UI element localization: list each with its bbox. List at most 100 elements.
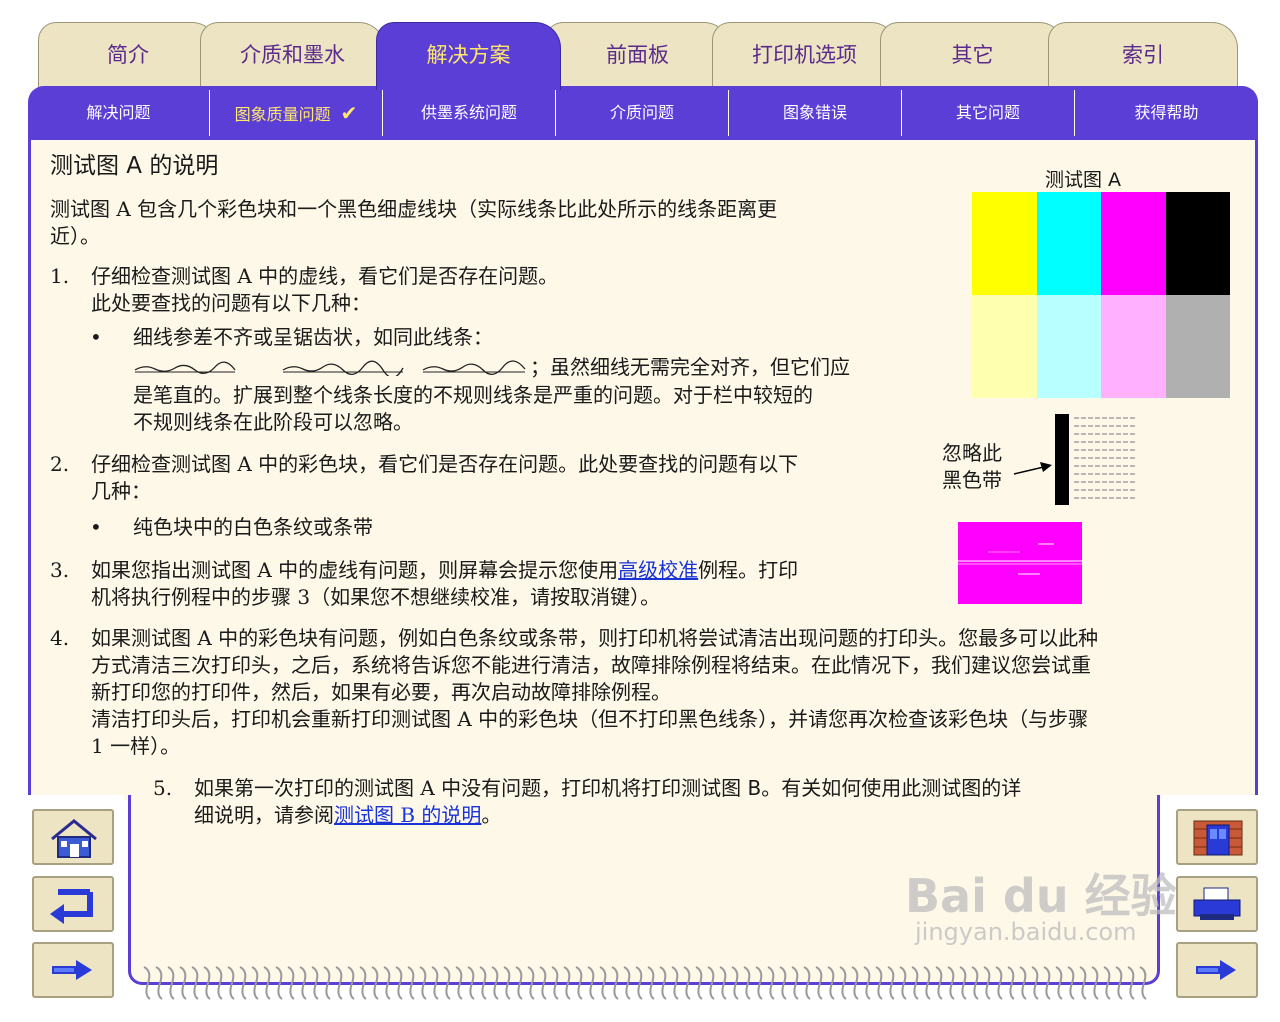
tab-label: 介质和墨水 bbox=[240, 43, 345, 67]
color-swatch bbox=[1165, 295, 1230, 398]
page-title: 测试图 A 的说明 bbox=[50, 153, 219, 179]
subnav-solve-problems[interactable]: 解决问题 bbox=[28, 90, 210, 136]
step-number: 3. bbox=[50, 558, 70, 582]
test-print-b-link[interactable]: 测试图 B 的说明 bbox=[334, 803, 481, 827]
step-text: 如果第一次打印的测试图 A 中没有问题，打印机将打印测试图 B。有关如何使用此测… bbox=[194, 775, 1021, 802]
bold-text: 打印测试图 B bbox=[641, 776, 762, 800]
text-span: 如果第一次打印的测试图 A 中没有问题，打印机将 bbox=[194, 776, 642, 800]
jagged-line-sample bbox=[134, 360, 526, 376]
advanced-calibration-link[interactable]: 高级校准 bbox=[618, 558, 698, 582]
text-span: 。 bbox=[481, 803, 502, 827]
ignore-band-label: 黑色带 bbox=[942, 468, 1002, 492]
color-swatch bbox=[1036, 192, 1101, 295]
tab-label: 索引 bbox=[1122, 43, 1164, 67]
step-text: 清洁打印头后，打印机会重新打印测试图 A 中的彩色块（但不打印黑色线条），并请您… bbox=[91, 707, 1089, 731]
subnav-other-problems[interactable]: 其它问题 bbox=[902, 90, 1075, 136]
next-button[interactable] bbox=[1176, 942, 1258, 998]
step-text: 不规则线条在此阶段可以忽略。 bbox=[133, 410, 413, 434]
back-icon bbox=[50, 889, 93, 924]
baidu-watermark: Bai du 经验 bbox=[905, 869, 1177, 923]
exit-button[interactable] bbox=[1176, 809, 1258, 865]
ignore-band-label: 忽略此 bbox=[942, 441, 1002, 465]
door-icon bbox=[1193, 820, 1243, 856]
subnav-image-quality[interactable]: 图象质量问题 ✔ bbox=[210, 90, 383, 136]
bold-text: 故障排除 bbox=[611, 653, 691, 677]
text-span: 机将执行例程中的步骤 3（如果您不想继续校准，请按 bbox=[91, 585, 571, 609]
text-span: 例程。打印 bbox=[698, 558, 799, 582]
tab-label: 简介 bbox=[107, 43, 149, 67]
magenta-banding-sample bbox=[958, 522, 1082, 604]
subnav-media[interactable]: 介质问题 bbox=[556, 90, 729, 136]
step-text: 是笔直的。扩展到整个线条长度的不规则线条是严重的问题。对于栏中较短的 bbox=[133, 383, 813, 407]
color-swatch bbox=[1036, 295, 1101, 398]
color-swatch bbox=[972, 192, 1037, 295]
step-number: 5. bbox=[153, 776, 173, 800]
figure-label: 测试图 A bbox=[1045, 169, 1122, 191]
tab-front-panel[interactable]: 前面板 bbox=[545, 22, 730, 90]
bullet-text: 细线参差不齐或呈锯齿状，如同此线条： bbox=[133, 325, 493, 349]
tab-label: 解决方案 bbox=[426, 43, 511, 67]
subnav-label: 图象错误 bbox=[782, 103, 847, 122]
subnav-label: 解决问题 bbox=[86, 103, 151, 122]
tab-solutions[interactable]: 解决方案 bbox=[376, 22, 561, 90]
tab-other[interactable]: 其它 bbox=[880, 22, 1065, 90]
previous-button[interactable] bbox=[32, 942, 114, 998]
step-text: 机将执行例程中的步骤 3（如果您不想继续校准，请按取消键）。 bbox=[91, 584, 660, 611]
step-text: 如果您指出测试图 A 中的虚线有问题，则屏幕会提示您使用高级校准例程。打印 bbox=[91, 557, 798, 584]
subnav-label: 介质问题 bbox=[609, 103, 674, 122]
step-text: 仔细检查测试图 A 中的彩色块，看它们是否存在问题。此处要查找的问题有以下 bbox=[91, 452, 799, 476]
text-span: 细说明，请参阅 bbox=[194, 803, 334, 827]
step-text: 如果测试图 A 中的彩色块有问题，例如白色条纹或条带，则打印机将尝试清洁出现问题… bbox=[91, 626, 1099, 650]
color-swatch bbox=[972, 295, 1037, 398]
text-span: 键）。 bbox=[610, 585, 661, 609]
previous-icon bbox=[52, 960, 92, 980]
tab-label: 前面板 bbox=[606, 43, 669, 67]
step-text: ；虽然细线无需完全对齐，但它们应 bbox=[530, 355, 850, 379]
bullet-icon: • bbox=[90, 325, 102, 349]
text-span: 方式清洁三次打印头，之后，系统将告诉您不能进行清洁， bbox=[91, 653, 611, 677]
sub-navigation: 解决问题 图象质量问题 ✔ 供墨系统问题 介质问题 图象错误 其它问题 获得帮助 bbox=[28, 86, 1258, 140]
step-text: 细说明，请参阅测试图 B 的说明。 bbox=[194, 802, 501, 829]
bullet-text: 纯色块中的白色条纹或条带 bbox=[133, 515, 373, 539]
subnav-label: 其它问题 bbox=[955, 103, 1020, 122]
subnav-image-errors[interactable]: 图象错误 bbox=[729, 90, 902, 136]
spiral-binding bbox=[143, 966, 1147, 1000]
printer-icon bbox=[1193, 887, 1241, 920]
home-icon bbox=[51, 819, 97, 858]
bullet-icon: • bbox=[90, 515, 102, 539]
subnav-label: 图象质量问题 bbox=[234, 105, 331, 124]
subnav-label: 供墨系统问题 bbox=[420, 103, 517, 122]
tab-index[interactable]: 索引 bbox=[1048, 22, 1238, 90]
text-span: 如果您指出测试图 A 中的虚线有问题，则屏幕会提示您使用 bbox=[91, 558, 619, 582]
step-text: 方式清洁三次打印头，之后，系统将告诉您不能进行清洁，故障排除例程将结束。在此情况… bbox=[91, 652, 1091, 679]
color-swatch bbox=[1101, 192, 1166, 295]
step-text: 仔细检查测试图 A 中的虚线，看它们是否存在问题。 bbox=[91, 264, 559, 288]
step-number: 2. bbox=[50, 452, 70, 476]
intro-text: 测试图 A 包含几个彩色块和一个黑色细虚线块（实际线条比此处所示的线条距离更 bbox=[50, 197, 778, 221]
subnav-ink-supply[interactable]: 供墨系统问题 bbox=[383, 90, 556, 136]
text-span: 例程将结束。在此情况下，我们建议您尝试重 bbox=[691, 653, 1091, 677]
back-button[interactable] bbox=[32, 876, 114, 932]
step-text: 1 一样）。 bbox=[91, 734, 181, 758]
next-icon bbox=[1196, 960, 1236, 980]
color-swatch bbox=[1101, 295, 1166, 398]
baidu-watermark-url: jingyan.baidu.com bbox=[915, 918, 1137, 946]
tab-printer-options[interactable]: 打印机选项 bbox=[712, 22, 897, 90]
intro-text: 近）。 bbox=[50, 224, 100, 248]
tab-media-ink[interactable]: 介质和墨水 bbox=[200, 22, 385, 90]
step-number: 1. bbox=[50, 264, 70, 288]
test-print-a-swatches bbox=[972, 192, 1230, 398]
tab-intro[interactable]: 简介 bbox=[38, 22, 218, 90]
print-button[interactable] bbox=[1176, 876, 1258, 932]
text-span: 。有关如何使用此测试图的详 bbox=[761, 776, 1022, 800]
subnav-label: 获得帮助 bbox=[1134, 103, 1199, 122]
checkmark-icon: ✔ bbox=[340, 101, 358, 125]
bold-text: 故障排除 bbox=[531, 680, 611, 704]
step-text: 几种： bbox=[91, 479, 151, 503]
subnav-get-help[interactable]: 获得帮助 bbox=[1075, 90, 1258, 136]
black-band-figure bbox=[1013, 414, 1136, 505]
step-text: 此处要查找的问题有以下几种： bbox=[91, 291, 371, 315]
home-button[interactable] bbox=[32, 809, 114, 865]
step-text: 新打印您的打印件，然后，如果有必要，再次启动故障排除例程。 bbox=[91, 679, 671, 706]
bold-text: 取消 bbox=[570, 585, 611, 609]
